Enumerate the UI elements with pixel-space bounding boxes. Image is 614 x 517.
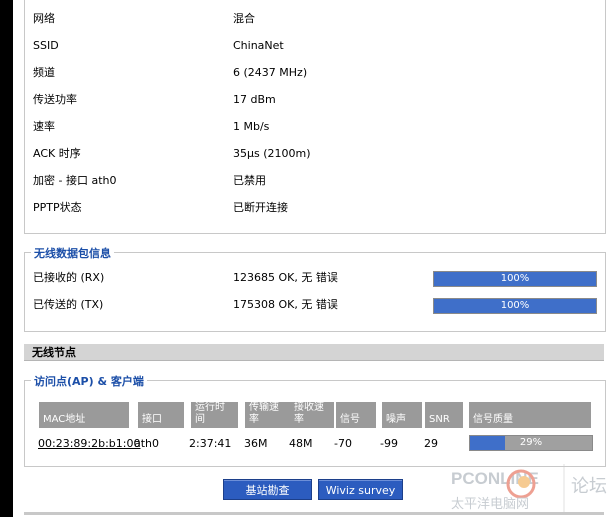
router-status-page: 网络 混合 SSID ChinaNet 频道 6 (2437 MHz) 传送功率… [13, 0, 614, 517]
tx-progress-bar: 100% [433, 298, 597, 314]
client-snr: 29 [424, 437, 438, 450]
info-label: ACK 时序 [33, 147, 81, 160]
client-mac-link[interactable]: 00:23:89:2b:b1:00 [38, 436, 140, 452]
info-row-channel: 频道 6 (2437 MHz) [33, 63, 593, 83]
info-label: PPTP状态 [33, 201, 82, 214]
col-header-noise[interactable]: 噪声 [382, 402, 424, 428]
pconline-watermark-logo: PCONLINE 太平洋电脑网 论坛 [451, 464, 607, 512]
packet-info-legend: 无线数据包信息 [31, 245, 114, 261]
col-header-signal[interactable]: 信号 [336, 402, 378, 428]
rx-progress-label: 100% [500, 273, 530, 284]
info-row-pptp: PPTP状态 已断开连接 [33, 198, 593, 218]
packet-value: 175308 OK, 无 错误 [233, 298, 338, 311]
tx-progress-label: 100% [500, 300, 530, 311]
client-signal: -70 [334, 437, 352, 450]
site-survey-button[interactable]: 基站勘查 [223, 479, 312, 500]
info-row-rate: 速率 1 Mb/s [33, 117, 593, 137]
watermark-flame-icon [518, 476, 530, 488]
wireless-info-panel: 网络 混合 SSID ChinaNet 频道 6 (2437 MHz) 传送功率… [24, 0, 606, 234]
info-row-encryption: 加密 - 接口 ath0 已禁用 [33, 171, 593, 191]
signal-quality-label: 29% [519, 437, 543, 448]
client-tx-rate: 36M [244, 437, 268, 450]
col-header-rx-rate[interactable]: 接收速率 [290, 402, 336, 428]
info-value: 6 (2437 MHz) [233, 66, 308, 79]
info-label: 网络 [33, 12, 55, 25]
info-value: ChinaNet [233, 39, 284, 52]
info-value: 1 Mb/s [233, 120, 270, 133]
packet-info-group: 无线数据包信息 已接收的 (RX) 123685 OK, 无 错误 100% 已… [24, 245, 606, 332]
wireless-nodes-header: 无线节点 [24, 344, 604, 361]
client-interface: ath0 [134, 437, 160, 450]
client-rx-rate: 48M [289, 437, 313, 450]
col-header-uptime[interactable]: 运行时间 [191, 402, 240, 428]
packet-label: 已接收的 (RX) [33, 271, 105, 284]
col-header-signal-quality[interactable]: 信号质量 [469, 402, 593, 428]
wiviz-survey-button[interactable]: Wiviz survey [318, 479, 403, 500]
info-value: 混合 [233, 12, 255, 25]
watermark-forum: 论坛 [571, 476, 607, 497]
info-label: 传送功率 [33, 93, 77, 106]
watermark-sub: 太平洋电脑网 [451, 497, 529, 512]
col-header-snr[interactable]: SNR [425, 402, 465, 428]
col-header-tx-rate[interactable]: 传输速率 [245, 402, 292, 428]
info-value: 已断开连接 [233, 201, 288, 214]
ap-clients-legend: 访问点(AP) & 客户端 [31, 373, 147, 389]
client-uptime: 2:37:41 [189, 437, 232, 450]
info-label: 速率 [33, 120, 55, 133]
info-value: 35µs (2100m) [233, 147, 311, 160]
info-row-tx-power: 传送功率 17 dBm [33, 90, 593, 110]
packet-label: 已传送的 (TX) [33, 298, 104, 311]
info-value: 17 dBm [233, 93, 276, 106]
info-label: SSID [33, 39, 59, 52]
info-label: 加密 - 接口 ath0 [33, 174, 117, 187]
rx-progress-bar: 100% [433, 271, 597, 287]
info-row-ssid: SSID ChinaNet [33, 36, 593, 56]
packet-row-tx: 已传送的 (TX) 175308 OK, 无 错误 100% [33, 296, 598, 314]
info-row-ack-timing: ACK 时序 35µs (2100m) [33, 144, 593, 164]
info-label: 频道 [33, 66, 55, 79]
packet-value: 123685 OK, 无 错误 [233, 271, 338, 284]
client-noise: -99 [380, 437, 398, 450]
info-row-network: 网络 混合 [33, 9, 593, 29]
packet-row-rx: 已接收的 (RX) 123685 OK, 无 错误 100% [33, 269, 598, 287]
col-header-interface[interactable]: 接口 [138, 402, 186, 428]
info-value: 已禁用 [233, 174, 266, 187]
col-header-mac[interactable]: MAC地址 [39, 402, 131, 428]
signal-quality-bar: 29% [469, 435, 593, 451]
